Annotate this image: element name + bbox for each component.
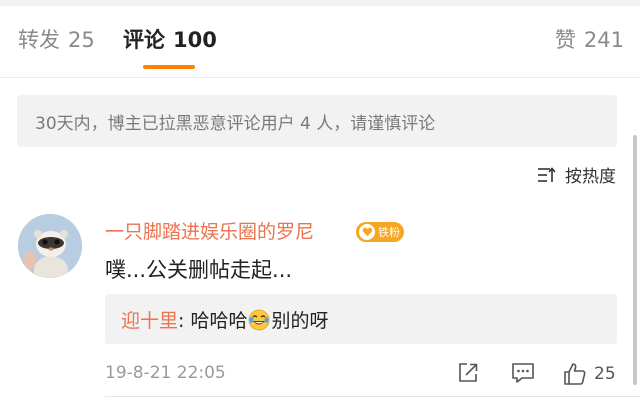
thumbs-up-icon (564, 363, 586, 385)
tab-like[interactable]: 赞 241 (555, 24, 624, 54)
sort-icon (538, 166, 556, 182)
tab-comment-label: 评论 (123, 28, 165, 52)
heart-icon (359, 224, 375, 240)
like-count: 25 (594, 364, 616, 384)
like-button[interactable]: 25 (562, 361, 616, 387)
fan-badge: 铁粉 (356, 222, 404, 242)
laughing-crying-emoji-icon (248, 309, 270, 336)
tab-like-count: 241 (583, 28, 624, 52)
scrollbar[interactable] (633, 135, 637, 385)
reply-text-before: 哈哈哈 (190, 310, 248, 332)
sort-button[interactable]: 按热度 (537, 162, 616, 187)
share-button[interactable] (456, 361, 480, 385)
tab-bar: 转发 25 评论 100 赞 241 (0, 6, 640, 78)
tab-repost-label: 转发 (18, 28, 60, 52)
comment-icon (512, 363, 534, 383)
notice-text: 30天内，博主已拉黑恶意评论用户 4 人，请谨慎评论 (35, 114, 436, 134)
share-icon (459, 363, 478, 382)
tab-comment-count: 100 (173, 28, 217, 52)
comment-timestamp: 19-8-21 22:05 (105, 363, 226, 383)
comment-text: 噗...公关删帖走起... (105, 258, 293, 282)
comment-username[interactable]: 一只脚踏进娱乐圈的罗尼 (105, 217, 314, 244)
ferret-avatar-image (18, 214, 82, 278)
tab-repost-count: 25 (68, 28, 95, 52)
sort-label: 按热度 (565, 167, 616, 187)
comment-divider (105, 396, 640, 397)
reply-text-after: 别的呀 (271, 310, 329, 332)
tab-like-label: 赞 (554, 28, 576, 52)
reply-separator: : (178, 310, 191, 332)
reply-username[interactable]: 迎十里 (121, 310, 178, 332)
reply-preview[interactable]: 迎十里: 哈哈哈 别的呀 (105, 294, 617, 344)
active-tab-indicator (143, 65, 195, 69)
blocked-users-notice: 30天内，博主已拉黑恶意评论用户 4 人，请谨慎评论 (17, 95, 617, 147)
fan-badge-label: 铁粉 (378, 226, 400, 239)
tab-comment[interactable]: 评论 100 (123, 24, 217, 54)
reply-button[interactable] (510, 361, 536, 385)
tab-repost[interactable]: 转发 25 (18, 24, 95, 54)
avatar[interactable] (18, 214, 82, 278)
